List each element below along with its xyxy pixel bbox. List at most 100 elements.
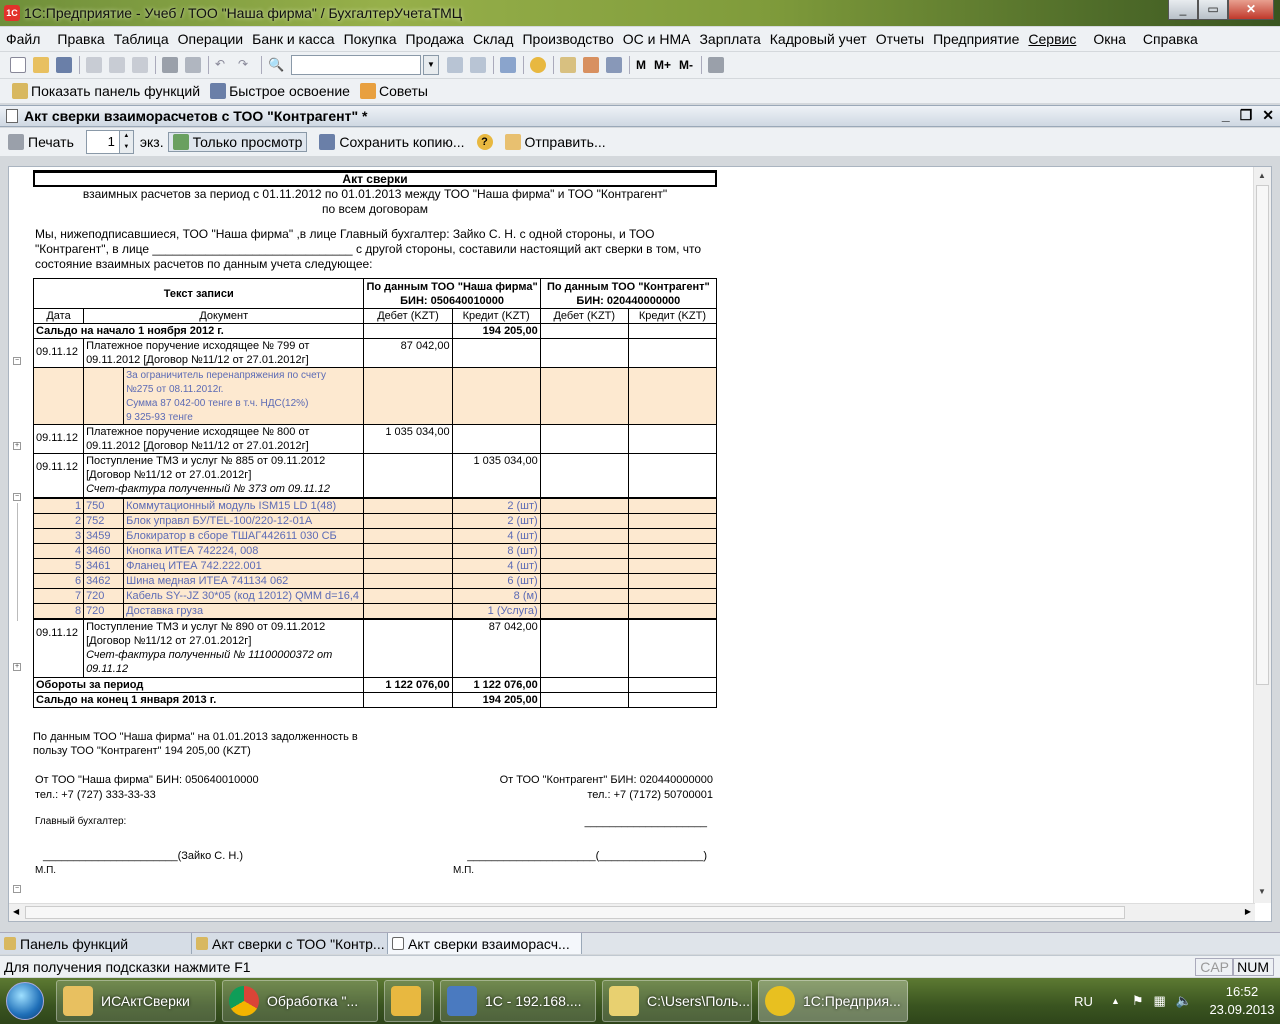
- opening-balance-label: Сальдо на начало 1 ноября 2012 г.: [32, 323, 365, 339]
- toolbar-separator: [261, 56, 262, 74]
- minimize-button[interactable]: _: [1168, 0, 1198, 20]
- find-next-icon[interactable]: [447, 57, 463, 73]
- doc-minimize-button[interactable]: _: [1222, 107, 1230, 124]
- print-button[interactable]: Печать: [8, 134, 74, 150]
- memory-minus-button[interactable]: M-: [679, 58, 693, 72]
- detail-line: За ограничитель перенапряжения по счету: [126, 370, 326, 381]
- menu-edit[interactable]: Правка: [57, 31, 104, 47]
- network-icon[interactable]: ▦: [1154, 993, 1166, 1009]
- menu-purchase[interactable]: Покупка: [344, 31, 397, 47]
- menu-production[interactable]: Производство: [522, 31, 613, 47]
- language-indicator[interactable]: RU: [1074, 994, 1093, 1009]
- settings-icon[interactable]: [708, 57, 725, 73]
- menu-windows[interactable]: Окна: [1093, 31, 1126, 47]
- scroll-left-icon[interactable]: ◀: [13, 907, 19, 916]
- opening-balance-row: Сальдо на начало 1 ноября 2012 г. 194 20…: [32, 323, 718, 339]
- menu-reports[interactable]: Отчеты: [876, 31, 924, 47]
- maximize-button[interactable]: ▭: [1198, 0, 1228, 20]
- redo-icon[interactable]: ↷: [238, 57, 254, 73]
- tab-reconciliation-report[interactable]: Акт сверки взаиморасч...: [388, 933, 582, 954]
- vertical-scrollbar[interactable]: ▲ ▼: [1253, 167, 1271, 903]
- tab-reconciliation-list[interactable]: Акт сверки с ТОО "Контр...: [192, 933, 388, 954]
- scroll-right-icon[interactable]: ▶: [1245, 907, 1251, 916]
- clock[interactable]: 16:52 23.09.2013: [1204, 983, 1280, 1019]
- close-button[interactable]: ✕: [1228, 0, 1274, 20]
- help-button[interactable]: ?: [476, 134, 493, 150]
- copy-icon[interactable]: [109, 57, 125, 73]
- menu-file[interactable]: Файл: [6, 31, 40, 47]
- menu-bank-cash[interactable]: Банк и касса: [252, 31, 334, 47]
- memory-plus-button[interactable]: M+: [654, 58, 671, 72]
- menu-operations[interactable]: Операции: [178, 31, 244, 47]
- menu-enterprise[interactable]: Предприятие: [933, 31, 1019, 47]
- group-collapse-icon[interactable]: −: [13, 493, 21, 501]
- table-cell: [539, 677, 629, 693]
- memory-button[interactable]: M: [636, 58, 646, 72]
- tray-arrow-icon[interactable]: ▲: [1111, 996, 1120, 1006]
- view-only-toggle[interactable]: Только просмотр: [167, 132, 308, 152]
- copies-spinner[interactable]: ▲ ▼: [119, 130, 134, 154]
- menu-hr[interactable]: Кадровый учет: [770, 31, 867, 47]
- send-button[interactable]: Отправить...: [504, 134, 606, 150]
- item-code: 3462: [83, 573, 125, 589]
- taskbar-item-chrome[interactable]: Обработка "...: [222, 980, 378, 1022]
- undo-icon[interactable]: ↶: [215, 57, 231, 73]
- hscroll-thumb[interactable]: [25, 906, 1125, 919]
- open-folder-icon[interactable]: [33, 57, 49, 73]
- volume-icon[interactable]: 🔈: [1176, 993, 1192, 1009]
- print-preview-icon[interactable]: [185, 57, 201, 73]
- cut-icon[interactable]: [86, 57, 102, 73]
- scroll-up-icon[interactable]: ▲: [1258, 171, 1266, 180]
- tab-function-panel[interactable]: Панель функций: [0, 933, 192, 954]
- menu-sales[interactable]: Продажа: [406, 31, 464, 47]
- group-collapse-icon[interactable]: −: [13, 885, 21, 893]
- search-icon[interactable]: 🔍: [268, 57, 284, 73]
- windows-logo-icon: [6, 982, 44, 1020]
- scroll-down-icon[interactable]: ▼: [1258, 887, 1266, 896]
- find-prev-icon[interactable]: [470, 57, 486, 73]
- menu-warehouse[interactable]: Склад: [473, 31, 514, 47]
- our-phone: тел.: +7 (727) 333-33-33: [35, 789, 156, 801]
- group-expand-icon[interactable]: +: [13, 442, 21, 450]
- taskbar-item-mail[interactable]: [384, 980, 434, 1022]
- opening-balance-credit: 194 205,00: [451, 323, 541, 339]
- paste-icon[interactable]: [132, 57, 148, 73]
- taskbar-item-folder[interactable]: ИСАктСверки: [56, 980, 216, 1022]
- save-icon[interactable]: [56, 57, 72, 73]
- scroll-thumb[interactable]: [1256, 185, 1269, 685]
- users-icon[interactable]: [606, 57, 622, 73]
- flag-icon[interactable]: ⚑: [1132, 993, 1144, 1009]
- save-copy-button[interactable]: Сохранить копию...: [319, 134, 465, 150]
- menu-help[interactable]: Справка: [1143, 31, 1198, 47]
- toolbar-separator: [701, 56, 703, 74]
- doc-close-button[interactable]: ✕: [1262, 107, 1274, 124]
- tips-button[interactable]: Советы: [359, 83, 428, 99]
- copies-unit: экз.: [139, 134, 164, 150]
- show-function-panel-button[interactable]: Показать панель функций: [12, 83, 200, 99]
- group-collapse-icon[interactable]: −: [13, 357, 21, 365]
- menu-service[interactable]: Сервис: [1028, 31, 1076, 47]
- table-header-row: Текст записи По данным ТОО "Наша фирма" …: [32, 278, 718, 309]
- new-document-icon[interactable]: [10, 57, 26, 73]
- info-icon[interactable]: [530, 57, 546, 73]
- spreadsheet-area[interactable]: − + − + − Акт сверки взаимных расчетов з…: [8, 166, 1272, 922]
- group-expand-icon[interactable]: +: [13, 663, 21, 671]
- menu-fixed-assets[interactable]: ОС и НМА: [623, 31, 691, 47]
- copies-input[interactable]: 1: [85, 130, 120, 154]
- quick-learning-button[interactable]: Быстрое освоение: [210, 83, 350, 99]
- taskbar-item-remote[interactable]: 1С - 192.168....: [440, 980, 596, 1022]
- menu-salary[interactable]: Зарплата: [699, 31, 760, 47]
- taskbar-label: 1С - 192.168....: [485, 993, 582, 1009]
- calendar-icon[interactable]: [583, 57, 599, 73]
- calculator-icon[interactable]: [560, 57, 576, 73]
- search-dropdown-button[interactable]: ▼: [423, 55, 439, 75]
- doc-restore-button[interactable]: ❐: [1240, 107, 1253, 124]
- taskbar-item-1c[interactable]: 1С:Предприя...: [758, 980, 908, 1022]
- windows-icon[interactable]: [500, 57, 516, 73]
- menu-table[interactable]: Таблица: [114, 31, 169, 47]
- horizontal-scrollbar[interactable]: ◀ ▶: [9, 903, 1255, 921]
- start-button[interactable]: [0, 978, 50, 1024]
- taskbar-item-explorer[interactable]: C:\Users\Поль...: [602, 980, 752, 1022]
- print-icon[interactable]: [162, 57, 178, 73]
- search-input[interactable]: [291, 55, 421, 75]
